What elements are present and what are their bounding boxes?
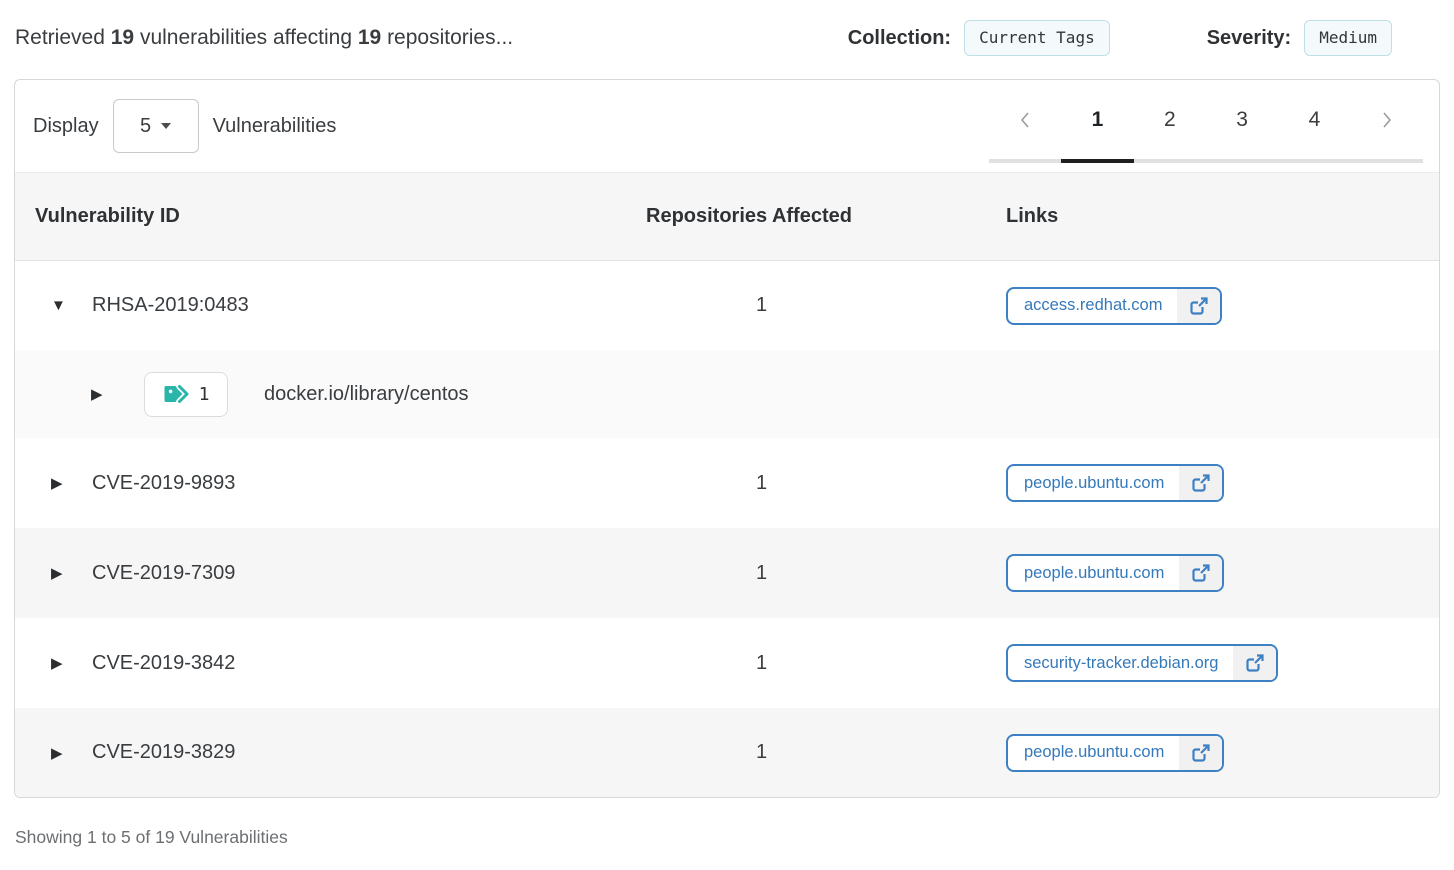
pagination-track-segment — [989, 159, 1061, 163]
repository-count: 19 — [358, 26, 381, 49]
vulnerabilities-panel: Display 5 Vulnerabilities 1 2 3 4 — [14, 79, 1440, 798]
column-header-vulnerability-id: Vulnerability ID — [15, 205, 646, 228]
repositories-affected-count: 1 — [646, 294, 1006, 317]
collection-filter: Collection: Current Tags — [848, 20, 1110, 56]
external-link-icon — [1179, 736, 1222, 770]
external-link-label: security-tracker.debian.org — [1008, 646, 1233, 680]
external-link-button[interactable]: people.ubuntu.com — [1006, 464, 1224, 502]
repository-name: docker.io/library/centos — [264, 383, 469, 406]
summary-prefix: Retrieved — [15, 26, 105, 49]
table-row[interactable]: ▶ CVE-2019-3829 1 people.ubuntu.com — [15, 708, 1439, 797]
pagination: 1 2 3 4 — [989, 80, 1423, 172]
table-row[interactable]: ▼ RHSA-2019:0483 1 access.redhat.com — [15, 261, 1439, 350]
external-link-label: access.redhat.com — [1008, 289, 1177, 323]
vulnerability-id: CVE-2019-3829 — [92, 741, 235, 764]
pagination-track — [989, 159, 1423, 163]
top-bar: Retrieved 19 vulnerabilities affecting 1… — [0, 0, 1454, 76]
external-link-label: people.ubuntu.com — [1008, 556, 1179, 590]
repositories-affected-count: 1 — [646, 562, 1006, 585]
repository-sub-row[interactable]: ▶ 1 docker.io/library/centos — [15, 350, 1439, 438]
external-link-icon — [1179, 556, 1222, 590]
vulnerability-id: CVE-2019-9893 — [92, 472, 235, 495]
chevron-left-icon — [1019, 110, 1031, 130]
chevron-right-icon — [1381, 110, 1393, 130]
results-summary: Retrieved 19 vulnerabilities affecting 1… — [15, 26, 848, 50]
pagination-page-2[interactable]: 2 — [1134, 108, 1206, 132]
page-size-value: 5 — [140, 115, 151, 138]
display-label: Display — [33, 115, 99, 138]
pagination-next-button[interactable] — [1351, 108, 1423, 132]
column-header-links: Links — [1006, 205, 1439, 228]
external-link-button[interactable]: people.ubuntu.com — [1006, 734, 1224, 772]
vulnerability-id: CVE-2019-3842 — [92, 652, 235, 675]
external-link-button[interactable]: access.redhat.com — [1006, 287, 1222, 325]
table-row[interactable]: ▶ CVE-2019-9893 1 people.ubuntu.com — [15, 438, 1439, 528]
collapse-toggle-icon[interactable]: ▼ — [51, 297, 71, 314]
pagination-track-segment — [1351, 159, 1423, 163]
expand-toggle-icon[interactable]: ▶ — [51, 654, 71, 672]
external-link-label: people.ubuntu.com — [1008, 466, 1179, 500]
table-toolbar: Display 5 Vulnerabilities 1 2 3 4 — [15, 80, 1439, 173]
table-row[interactable]: ▶ CVE-2019-3842 1 security-tracker.debia… — [15, 618, 1439, 708]
severity-filter: Severity: Medium — [1207, 20, 1392, 56]
external-link-icon — [1233, 646, 1276, 680]
pagination-track-segment — [1134, 159, 1206, 163]
display-suffix-label: Vulnerabilities — [213, 115, 337, 138]
table-header: Vulnerability ID Repositories Affected L… — [15, 173, 1439, 261]
vulnerability-id: CVE-2019-7309 — [92, 562, 235, 585]
external-link-icon — [1177, 289, 1220, 323]
repositories-affected-count: 1 — [646, 472, 1006, 495]
pagination-page-4[interactable]: 4 — [1278, 108, 1350, 132]
table-row[interactable]: ▶ CVE-2019-7309 1 people.ubuntu.com — [15, 528, 1439, 618]
tags-icon — [163, 382, 190, 406]
collection-label: Collection: — [848, 27, 951, 50]
page-size-dropdown[interactable]: 5 — [113, 99, 199, 153]
severity-label: Severity: — [1207, 27, 1292, 50]
collection-value-chip[interactable]: Current Tags — [964, 20, 1110, 56]
showing-summary: Showing 1 to 5 of 19 Vulnerabilities — [15, 827, 1454, 848]
column-header-repositories-affected: Repositories Affected — [646, 205, 1006, 228]
pagination-track-segment — [1206, 159, 1278, 163]
pagination-page-1[interactable]: 1 — [1061, 108, 1133, 132]
pagination-page-3[interactable]: 3 — [1206, 108, 1278, 132]
repositories-affected-count: 1 — [646, 652, 1006, 675]
repositories-affected-count: 1 — [646, 741, 1006, 764]
expand-toggle-icon[interactable]: ▶ — [51, 474, 71, 492]
expand-toggle-icon[interactable]: ▶ — [51, 564, 71, 582]
vulnerability-id: RHSA-2019:0483 — [92, 294, 249, 317]
external-link-button[interactable]: security-tracker.debian.org — [1006, 644, 1278, 682]
pagination-pages: 1 2 3 4 — [989, 108, 1423, 132]
expand-toggle-icon[interactable]: ▶ — [51, 744, 71, 762]
external-link-button[interactable]: people.ubuntu.com — [1006, 554, 1224, 592]
external-link-icon — [1179, 466, 1222, 500]
chevron-down-icon — [161, 123, 171, 129]
severity-value-chip[interactable]: Medium — [1304, 20, 1392, 56]
pagination-prev-button[interactable] — [989, 108, 1061, 132]
vulnerability-count: 19 — [111, 26, 134, 49]
external-link-label: people.ubuntu.com — [1008, 736, 1179, 770]
pagination-track-segment-active — [1061, 159, 1133, 163]
summary-mid: vulnerabilities affecting — [140, 26, 352, 49]
expand-toggle-icon[interactable]: ▶ — [91, 385, 111, 403]
pagination-track-segment — [1278, 159, 1350, 163]
tag-count: 1 — [199, 384, 210, 405]
tag-count-chip: 1 — [144, 372, 228, 417]
summary-suffix: repositories... — [387, 26, 513, 49]
